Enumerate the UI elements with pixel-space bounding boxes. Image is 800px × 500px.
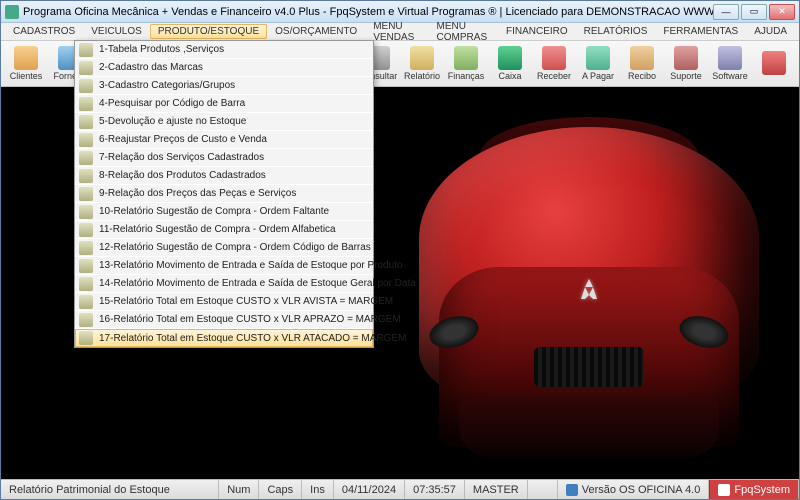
menu-item-icon	[79, 241, 93, 255]
menu-item-icon	[79, 115, 93, 129]
tool-a pagar[interactable]: A Pagar	[577, 43, 619, 85]
window-title: Programa Oficina Mecânica + Vendas e Fin…	[23, 6, 713, 18]
close-button[interactable]: ✕	[769, 4, 795, 20]
status-version: Versão OS OFICINA 4.0	[558, 480, 710, 499]
car-logo-icon	[577, 277, 601, 301]
status-caps: Caps	[259, 480, 302, 499]
app-window: Programa Oficina Mecânica + Vendas e Fin…	[0, 0, 800, 500]
status-ins: Ins	[302, 480, 334, 499]
tool-caixa[interactable]: Caixa	[489, 43, 531, 85]
menu-item-4[interactable]: 4-Pesquisar por Código de Barra	[75, 95, 373, 113]
menu-item-3[interactable]: 3-Cadastro Categorias/Grupos	[75, 77, 373, 95]
menu-item-icon	[79, 331, 93, 345]
menu-item-6[interactable]: 6-Reajustar Preços de Custo e Venda	[75, 131, 373, 149]
menu-item-icon	[79, 277, 93, 291]
status-num: Num	[219, 480, 259, 499]
menu-item-icon	[79, 187, 93, 201]
menu-item-icon	[79, 295, 93, 309]
menu-item-17[interactable]: 17-Relatório Total em Estoque CUSTO x VL…	[75, 329, 373, 347]
software-icon	[718, 46, 742, 70]
menu-item-icon	[79, 313, 93, 327]
suporte-icon	[674, 46, 698, 70]
tool-suporte[interactable]: Suporte	[665, 43, 707, 85]
menu-item-icon	[79, 79, 93, 93]
menu-ajuda[interactable]: AJUDA	[746, 24, 795, 39]
clientes-icon	[14, 46, 38, 70]
status-spacer	[528, 480, 558, 499]
menu-item-9[interactable]: 9-Relação dos Preços das Peças e Serviço…	[75, 185, 373, 203]
menu-item-icon	[79, 97, 93, 111]
statusbar: Relatório Patrimonial do Estoque Num Cap…	[1, 479, 799, 499]
menu-item-10[interactable]: 10-Relatório Sugestão de Compra - Ordem …	[75, 203, 373, 221]
menu-relatrios[interactable]: RELATÓRIOS	[576, 24, 656, 39]
menu-osoramento[interactable]: OS/ORÇAMENTO	[267, 24, 365, 39]
menu-item-icon	[79, 43, 93, 57]
menu-item-2[interactable]: 2-Cadastro das Marcas	[75, 59, 373, 77]
exit-icon	[762, 51, 786, 75]
version-icon	[566, 484, 578, 496]
receber-icon	[542, 46, 566, 70]
window-controls: — ▭ ✕	[713, 4, 795, 20]
menu-cadastros[interactable]: CADASTROS	[5, 24, 83, 39]
recibo-icon	[630, 46, 654, 70]
menu-item-icon	[79, 259, 93, 273]
menu-item-11[interactable]: 11-Relatório Sugestão de Compra - Ordem …	[75, 221, 373, 239]
tool-exit[interactable]	[753, 43, 795, 85]
menu-item-icon	[79, 223, 93, 237]
produto-estoque-menu: 1-Tabela Produtos ,Serviços2-Cadastro da…	[74, 40, 374, 348]
status-brand[interactable]: FpqSystem	[709, 480, 799, 499]
finanças-icon	[454, 46, 478, 70]
menu-item-13[interactable]: 13-Relatório Movimento de Entrada e Saíd…	[75, 257, 373, 275]
menu-item-8[interactable]: 8-Relação dos Produtos Cadastrados	[75, 167, 373, 185]
menu-item-icon	[79, 169, 93, 183]
minimize-button[interactable]: —	[713, 4, 739, 20]
menu-item-12[interactable]: 12-Relatório Sugestão de Compra - Ordem …	[75, 239, 373, 257]
menu-item-14[interactable]: 14-Relatório Movimento de Entrada e Saíd…	[75, 275, 373, 293]
menu-produtoestoque[interactable]: PRODUTO/ESTOQUE	[150, 24, 267, 39]
menu-item-icon	[79, 151, 93, 165]
brand-icon	[718, 484, 730, 496]
tool-clientes[interactable]: Clientes	[5, 43, 47, 85]
tool-software[interactable]: Software	[709, 43, 751, 85]
menu-item-icon	[79, 133, 93, 147]
background-image	[349, 87, 799, 479]
status-user: MASTER	[465, 480, 528, 499]
menu-financeiro[interactable]: FINANCEIRO	[498, 24, 576, 39]
status-date: 04/11/2024	[334, 480, 405, 499]
menu-ferramentas[interactable]: FERRAMENTAS	[655, 24, 746, 39]
tool-relatório[interactable]: Relatório	[401, 43, 443, 85]
menu-item-16[interactable]: 16-Relatório Total em Estoque CUSTO x VL…	[75, 311, 373, 329]
menubar: CADASTROSVEICULOSPRODUTO/ESTOQUEOS/ORÇAM…	[1, 23, 799, 41]
app-icon	[5, 5, 19, 19]
menu-item-7[interactable]: 7-Relação dos Serviços Cadastrados	[75, 149, 373, 167]
menu-item-icon	[79, 61, 93, 75]
status-hint: Relatório Patrimonial do Estoque	[1, 480, 219, 499]
menu-veiculos[interactable]: VEICULOS	[83, 24, 150, 39]
maximize-button[interactable]: ▭	[741, 4, 767, 20]
menu-item-15[interactable]: 15-Relatório Total em Estoque CUSTO x VL…	[75, 293, 373, 311]
tool-recibo[interactable]: Recibo	[621, 43, 663, 85]
relatório-icon	[410, 46, 434, 70]
a pagar-icon	[586, 46, 610, 70]
menu-item-1[interactable]: 1-Tabela Produtos ,Serviços	[75, 41, 373, 59]
tool-finanças[interactable]: Finanças	[445, 43, 487, 85]
tool-receber[interactable]: Receber	[533, 43, 575, 85]
menu-item-icon	[79, 205, 93, 219]
status-time: 07:35:57	[405, 480, 465, 499]
caixa-icon	[498, 46, 522, 70]
menu-item-5[interactable]: 5-Devolução e ajuste no Estoque	[75, 113, 373, 131]
